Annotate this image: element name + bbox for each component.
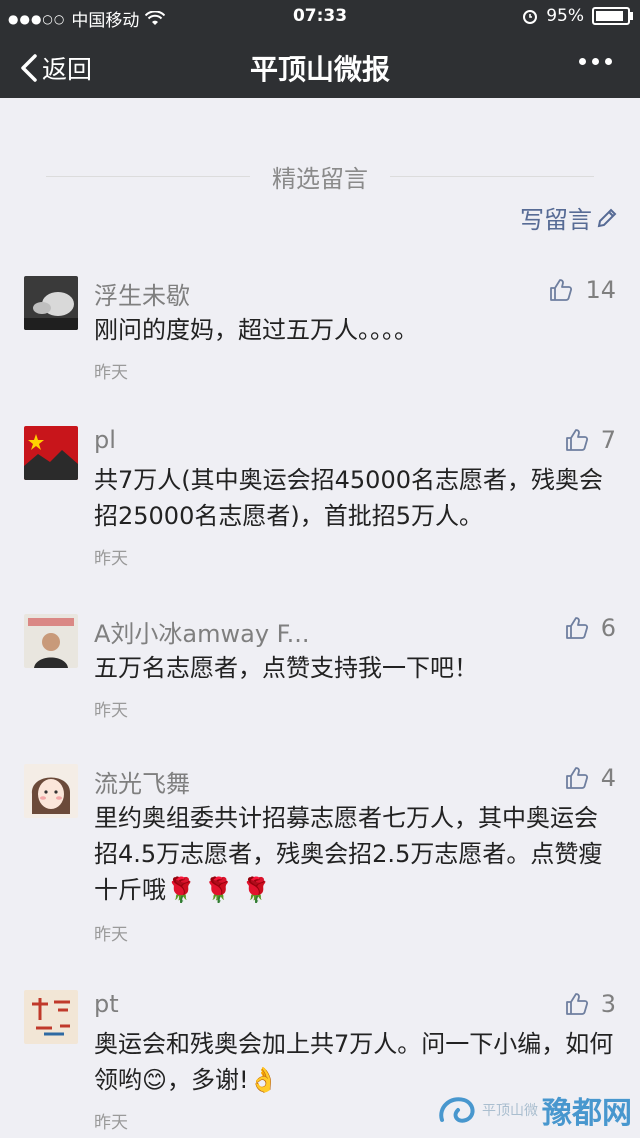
avatar[interactable] (24, 426, 78, 480)
avatar[interactable] (24, 614, 78, 668)
comment-author: pt (94, 990, 119, 1018)
comment-item: 浮生未歇 14 刚问的度妈，超过五万人。。。。 昨天 (24, 276, 620, 386)
watermark-sub: 平顶山微 (482, 1103, 538, 1119)
swirl-logo-icon (439, 1097, 475, 1123)
status-right: 95% (522, 6, 633, 26)
like-count: 7 (600, 426, 616, 454)
comment-text: 刚问的度妈，超过五万人。。。。 (94, 316, 418, 344)
like-button[interactable]: 6 (565, 614, 616, 642)
battery-icon (592, 7, 633, 25)
comment-text: 里约奥组委共计招募志愿者七万人，其中奥运会招4.5万志愿者，残奥会招2.5万志愿… (94, 804, 603, 904)
like-button[interactable]: 4 (565, 764, 616, 792)
divider-right (390, 175, 594, 177)
divider-left (46, 175, 250, 177)
more-button[interactable] (579, 58, 612, 65)
comment-date: 昨天 (94, 1113, 128, 1133)
comment-text: 共7万人(其中奥运会招45000名志愿者，残奥会招25000名志愿者)，首批招5… (94, 466, 603, 530)
alarm-icon (523, 10, 538, 24)
pencil-icon (597, 208, 617, 227)
like-count: 4 (600, 764, 616, 792)
avatar[interactable] (24, 276, 78, 330)
watermark-text: 豫都网 (542, 1096, 632, 1131)
more-dot (579, 58, 586, 65)
thumbs-up-icon (565, 429, 588, 451)
more-dot (592, 58, 599, 65)
like-button[interactable]: 14 (549, 276, 616, 304)
comment-item: 流光飞舞 4 里约奥组委共计招募志愿者七万人，其中奥运会招4.5万志愿者，残奥会… (24, 764, 620, 945)
write-comment-label: 写留言 (520, 206, 592, 234)
like-count: 3 (600, 990, 616, 1018)
comment-date: 昨天 (94, 363, 128, 383)
thumbs-up-icon (565, 993, 588, 1015)
page-title: 平顶山微报 (249, 53, 390, 86)
comment-author: A刘小冰amway F... (94, 620, 310, 648)
section-title: 精选留言 (272, 164, 368, 193)
like-count: 6 (600, 614, 616, 642)
comment-date: 昨天 (94, 701, 128, 721)
battery-fill (596, 11, 623, 21)
thumbs-up-icon (550, 279, 573, 301)
comment-item: pl 7 共7万人(其中奥运会招45000名志愿者，残奥会招25000名志愿者)… (24, 426, 620, 576)
status-bar: ●●●○○ 中国移动 07:33 95% (0, 0, 640, 34)
battery-percent: 95% (546, 6, 584, 26)
thumbs-up-icon (565, 617, 588, 639)
comment-date: 昨天 (94, 925, 128, 945)
comment-text: 五万名志愿者，点赞支持我一下吧！ (94, 654, 478, 682)
nav-bar: 返回 平顶山微报 (0, 34, 640, 98)
comment-date: 昨天 (94, 549, 128, 569)
comment-item: A刘小冰amway F... 6 五万名志愿者，点赞支持我一下吧！ 昨天 (24, 614, 620, 724)
comment-author: pl (94, 426, 116, 454)
section-header: 精选留言 (24, 156, 616, 196)
write-comment-button[interactable]: 写留言 (520, 200, 618, 235)
thumbs-up-icon (565, 767, 588, 789)
more-dot (605, 58, 612, 65)
watermark: 平顶山微 豫都网 (436, 1088, 632, 1132)
like-button[interactable]: 7 (565, 426, 616, 454)
comment-author: 流光飞舞 (94, 770, 190, 798)
like-button[interactable]: 3 (565, 990, 616, 1018)
avatar[interactable] (24, 764, 78, 818)
avatar[interactable] (24, 990, 78, 1044)
top-bar: ●●●○○ 中国移动 07:33 95% 返回 平顶山微报 (0, 0, 640, 98)
comment-author: 浮生未歇 (94, 282, 190, 310)
like-count: 14 (585, 276, 616, 304)
